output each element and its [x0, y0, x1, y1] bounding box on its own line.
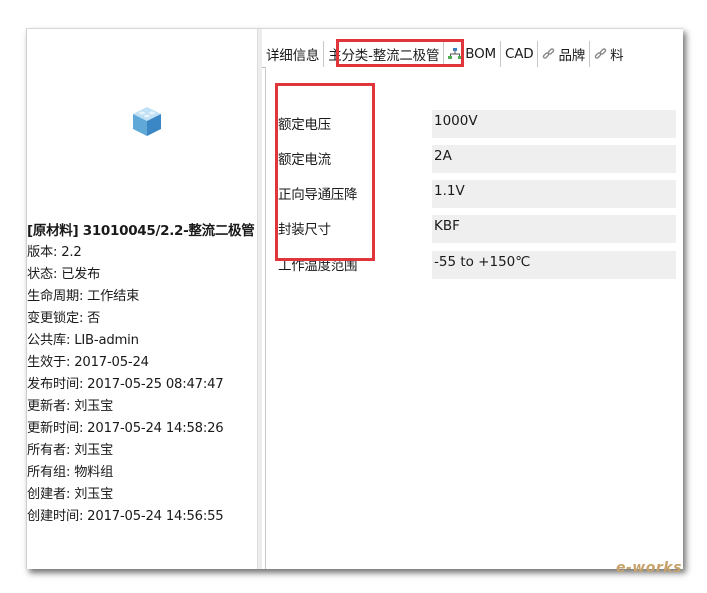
link-icon [543, 47, 555, 59]
tab-material[interactable]: 料 [590, 41, 627, 67]
attribute-value-field[interactable]: -55 to +150℃ [432, 251, 676, 279]
property-version: 版本: 2.2 [27, 245, 82, 260]
attribute-value-field[interactable]: KBF [432, 215, 676, 243]
tab-label: 料 [610, 48, 624, 64]
tab-brand[interactable]: 品牌 [538, 41, 591, 67]
tab-cad[interactable]: CAD [501, 41, 539, 67]
property-owner-group: 所有组: 物料组 [27, 465, 114, 480]
property-create-time: 创建时间: 2017-05-24 14:56:55 [27, 509, 224, 524]
property-updater: 更新者: 刘玉宝 [27, 399, 114, 414]
application-window: [原材料] 31010045/2.2-整流二极管 版本: 2.2 状态: 已发布… [26, 28, 683, 569]
attribute-panel: 额定电压 1000V 额定电流 2A 正向导通压降 1.1V 封装尺寸 KBF … [265, 67, 683, 569]
left-panel: [原材料] 31010045/2.2-整流二极管 版本: 2.2 状态: 已发布… [27, 29, 257, 569]
tab-label: CAD [504, 46, 534, 62]
property-library: 公共库: LIB-admin [27, 333, 139, 348]
tab-label: 品牌 [558, 48, 586, 64]
property-change-lock: 变更锁定: 否 [27, 311, 101, 326]
property-creator: 创建者: 刘玉宝 [27, 487, 114, 502]
attribute-value-field[interactable]: 1000V [432, 110, 676, 138]
property-lifecycle: 生命周期: 工作结束 [27, 289, 140, 304]
attribute-value-field[interactable]: 2A [432, 145, 676, 173]
property-release-time: 发布时间: 2017-05-25 08:47:47 [27, 377, 224, 392]
tab-label: BOM [465, 46, 496, 62]
link-icon [594, 47, 607, 59]
property-update-time: 更新时间: 2017-05-24 14:58:26 [27, 421, 224, 436]
part-cube-icon [133, 107, 161, 136]
part-title: [原材料] 31010045/2.2-整流二极管 [27, 223, 255, 239]
property-status: 状态: 已发布 [27, 267, 101, 282]
property-effective: 生效于: 2017-05-24 [27, 355, 149, 370]
label-highlight-box [275, 83, 375, 261]
watermark-logo: e-works [616, 560, 682, 576]
tab-details[interactable]: 详细信息 [262, 41, 325, 67]
property-owner: 所有者: 刘玉宝 [27, 443, 114, 458]
tab-label: 详细信息 [266, 48, 320, 64]
part-properties-list: 版本: 2.2 状态: 已发布 生命周期: 工作结束 变更锁定: 否 公共库: … [27, 242, 224, 528]
tab-highlight-box [336, 39, 464, 67]
right-panel: 详细信息 主分类-整流二极管 BOM CAD 品牌 料 额定电压 1000V 额… [262, 29, 683, 569]
tab-bar: 详细信息 主分类-整流二极管 BOM CAD 品牌 料 [262, 41, 683, 68]
attribute-value-field[interactable]: 1.1V [432, 180, 676, 208]
